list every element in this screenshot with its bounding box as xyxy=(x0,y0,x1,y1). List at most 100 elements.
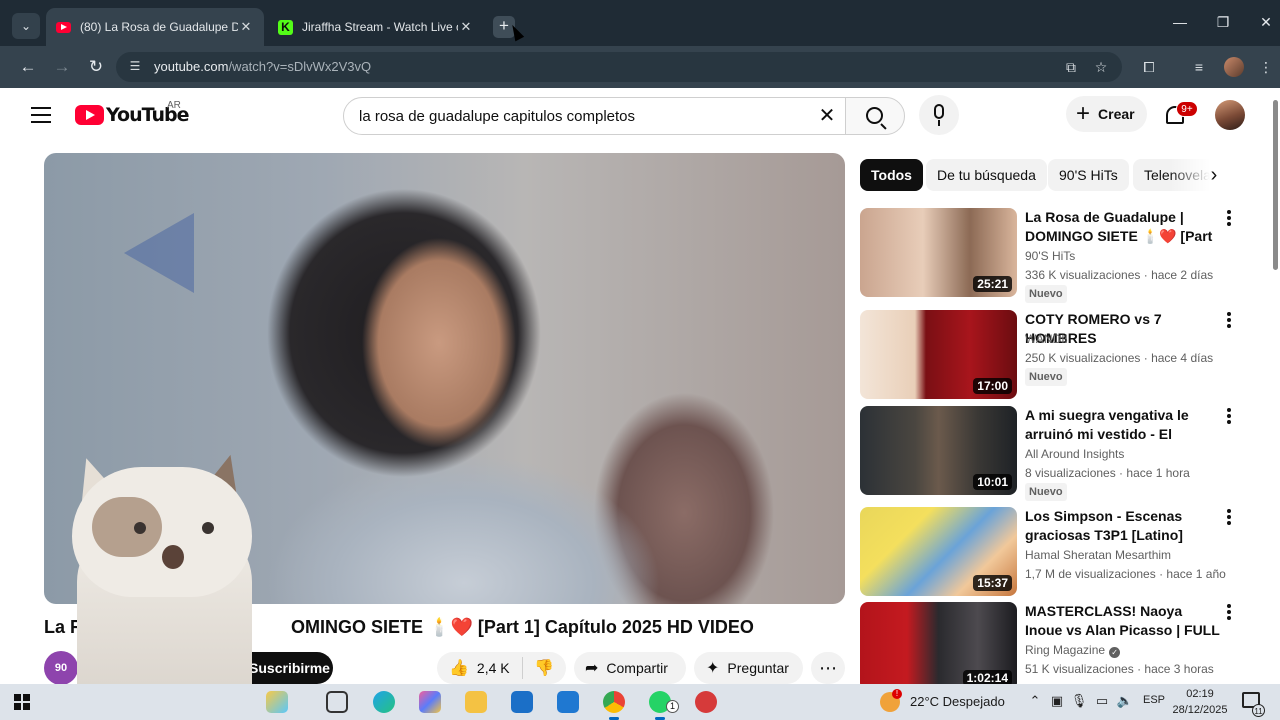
kick-favicon-icon: K xyxy=(278,19,293,35)
back-arrow-icon[interactable]: ← xyxy=(17,56,39,78)
tab-title: Jiraffha Stream - Watch Live on Kick xyxy=(302,20,458,34)
rec-title[interactable]: La Rosa de Guadalupe | DOMINGO SIETE 🕯️❤… xyxy=(1025,208,1220,246)
url-text[interactable]: youtube.com/watch?v=sDlvWx2V3vQ xyxy=(154,59,371,74)
outlook-mail-icon[interactable] xyxy=(557,691,579,713)
media-controls-icon[interactable]: ≡ xyxy=(1189,57,1209,77)
search-input[interactable]: la rosa de guadalupe capitulos completos… xyxy=(343,97,846,135)
copilot-sparkle-icon[interactable] xyxy=(266,691,288,713)
chip-de-tu-busqueda[interactable]: De tu búsqueda xyxy=(926,159,1047,191)
tray-app-icon[interactable]: ▣ xyxy=(1048,693,1066,709)
task-view-icon[interactable] xyxy=(326,691,348,713)
rec-channel[interactable]: WANDII xyxy=(1025,332,1068,346)
list-item[interactable]: 15:37 Los Simpson - Escenas graciosas T3… xyxy=(860,507,1240,599)
chip-todos[interactable]: Todos xyxy=(860,159,923,191)
more-options-icon[interactable] xyxy=(1223,312,1235,330)
rec-meta: 8 visualizaciones · hace 1 hora xyxy=(1025,466,1190,480)
hamburger-menu-icon[interactable] xyxy=(31,107,51,123)
system-clock[interactable]: 02:19 28/12/2025 xyxy=(1172,686,1228,718)
cast-icon[interactable]: ⧉ xyxy=(1062,58,1080,76)
youtube-header: YouTube AR la rosa de guadalupe capitulo… xyxy=(0,88,1280,144)
rec-channel[interactable]: 90'S HiTs xyxy=(1025,249,1075,263)
chip-90s-hits[interactable]: 90'S HiTs xyxy=(1048,159,1129,191)
chevron-right-icon[interactable]: › xyxy=(1202,163,1226,187)
more-options-icon[interactable] xyxy=(1223,210,1235,228)
menu-dots-icon[interactable]: ⋮ xyxy=(1256,57,1276,77)
minimize-button[interactable]: — xyxy=(1160,14,1200,30)
ask-button[interactable]: ✦ Preguntar xyxy=(694,652,803,684)
list-item[interactable]: 1:02:14 MASTERCLASS! Naoya Inoue vs Alan… xyxy=(860,602,1240,694)
rec-title[interactable]: A mi suegra vengativa le arruinó mi vest… xyxy=(1025,406,1220,444)
site-info-icon[interactable]: ☰ xyxy=(126,59,144,75)
windows-start-icon[interactable] xyxy=(14,694,30,710)
video-thumbnail[interactable]: 25:21 xyxy=(860,208,1017,297)
page-scrollbar[interactable] xyxy=(1272,94,1280,684)
tab-youtube[interactable]: (80) La Rosa de Guadalupe DOMINGO SIETE … xyxy=(46,8,264,46)
tray-chevron-up-icon[interactable]: ⌃ xyxy=(1026,693,1044,709)
notification-badge: 9+ xyxy=(1176,101,1198,117)
video-thumbnail[interactable]: 10:01 xyxy=(860,406,1017,495)
microphone-tray-icon[interactable]: 🎙 xyxy=(1070,693,1088,709)
voice-search-button[interactable] xyxy=(919,95,959,135)
like-dislike-group: 👍 2,4 K 👎 xyxy=(437,652,566,684)
youtube-logo-icon xyxy=(75,105,104,125)
reload-icon[interactable]: ↻ xyxy=(85,56,107,78)
video-thumbnail[interactable]: 17:00 xyxy=(860,310,1017,399)
copilot-app-icon[interactable] xyxy=(419,691,441,713)
edge-browser-icon[interactable] xyxy=(373,691,395,713)
close-window-button[interactable]: ✕ xyxy=(1246,14,1280,31)
rec-channel[interactable]: Ring Magazine ✓ xyxy=(1025,643,1121,658)
record-app-icon[interactable] xyxy=(695,691,717,713)
youtube-favicon-icon xyxy=(56,21,71,33)
volume-icon[interactable]: 🔈 xyxy=(1116,693,1134,709)
thumbs-down-icon: 👎 xyxy=(534,660,554,677)
input-language[interactable]: ESP xyxy=(1143,694,1165,706)
tab-search-chevron-icon[interactable]: ⌄ xyxy=(12,13,40,39)
rec-channel[interactable]: Hamal Sheratan Mesarthim xyxy=(1025,548,1171,562)
address-bar[interactable]: ☰ youtube.com/watch?v=sDlvWx2V3vQ ⧉ ☆ xyxy=(116,52,1122,82)
like-button[interactable]: 👍 2,4 K xyxy=(437,652,522,684)
weather-alert-icon: ! xyxy=(892,689,902,699)
rec-channel[interactable]: All Around Insights xyxy=(1025,447,1124,461)
more-options-icon[interactable] xyxy=(1223,604,1235,622)
video-thumbnail[interactable]: 15:37 xyxy=(860,507,1017,596)
bookmark-star-icon[interactable]: ☆ xyxy=(1092,58,1110,76)
windows-taskbar xyxy=(0,684,1280,720)
more-options-icon[interactable] xyxy=(1223,408,1235,426)
video-thumbnail[interactable]: 1:02:14 xyxy=(860,602,1017,691)
mouse-cursor-icon xyxy=(507,22,525,42)
more-actions-icon[interactable]: ⋯ xyxy=(811,652,845,684)
search-button[interactable] xyxy=(845,97,905,135)
rec-title[interactable]: Los Simpson - Escenas graciosas T3P1 [La… xyxy=(1025,507,1220,545)
tab-close-icon[interactable]: ✕ xyxy=(238,19,254,35)
new-badge: Nuevo xyxy=(1025,285,1067,303)
tab-strip: ⌄ (80) La Rosa de Guadalupe DOMINGO SIET… xyxy=(0,0,1280,46)
chrome-browser-icon[interactable] xyxy=(603,691,625,720)
create-button[interactable]: + Crear xyxy=(1066,96,1147,132)
plus-icon: + xyxy=(1076,100,1091,127)
extensions-icon[interactable]: ⧠ xyxy=(1139,57,1159,77)
microsoft-store-icon[interactable] xyxy=(511,691,533,713)
list-item[interactable]: 17:00 COTY ROMERO vs 7 HOMBRES WANDII 25… xyxy=(860,310,1240,402)
share-label: Compartir xyxy=(606,660,668,676)
file-explorer-icon[interactable] xyxy=(465,691,487,713)
weather-text[interactable]: 22°C Despejado xyxy=(910,694,1005,709)
restore-button[interactable]: ❐ xyxy=(1203,14,1243,31)
account-avatar[interactable] xyxy=(1215,100,1245,130)
rec-title[interactable]: MASTERCLASS! Naoya Inoue vs Alan Picasso… xyxy=(1025,602,1220,640)
scroll-thumb[interactable] xyxy=(1273,100,1278,270)
cat-overlay-image xyxy=(52,449,262,720)
forward-arrow-icon[interactable]: → xyxy=(51,56,73,78)
tab-close-icon[interactable]: ✕ xyxy=(458,19,474,35)
more-options-icon[interactable] xyxy=(1223,509,1235,527)
dislike-button[interactable]: 👎 xyxy=(522,652,566,684)
video-duration: 15:37 xyxy=(973,575,1012,591)
tab-title: (80) La Rosa de Guadalupe DOMINGO SIETE xyxy=(80,20,238,34)
network-icon[interactable]: ▭ xyxy=(1093,693,1111,709)
share-button[interactable]: ➦ Compartir xyxy=(574,652,686,684)
profile-avatar[interactable] xyxy=(1224,57,1244,77)
list-item[interactable]: 10:01 A mi suegra vengativa le arruinó m… xyxy=(860,406,1240,501)
tab-kick[interactable]: K Jiraffha Stream - Watch Live on Kick ✕ xyxy=(268,8,484,46)
whatsapp-unread-count: 1 xyxy=(666,700,679,713)
clear-search-icon[interactable]: ✕ xyxy=(815,104,839,128)
list-item[interactable]: 25:21 La Rosa de Guadalupe | DOMINGO SIE… xyxy=(860,208,1240,303)
